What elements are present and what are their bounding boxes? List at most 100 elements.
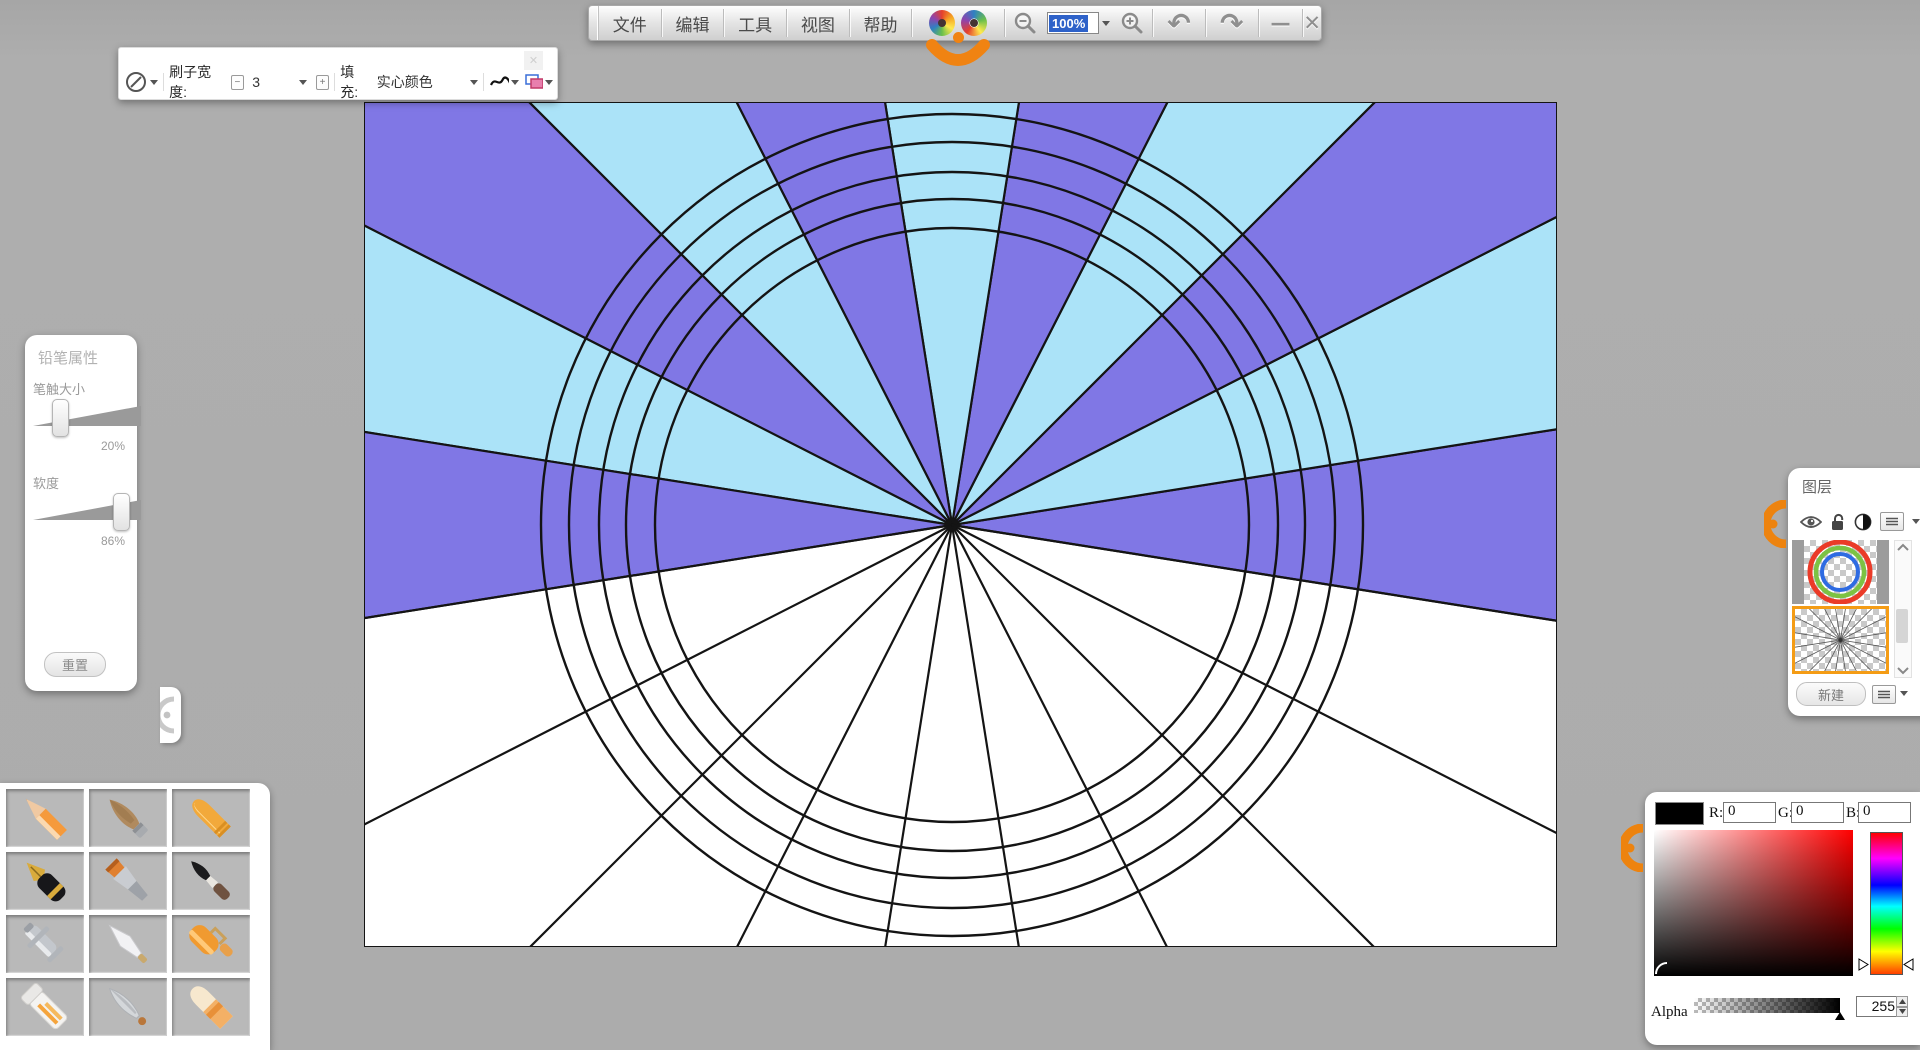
slider-track[interactable]: [33, 397, 141, 437]
opacity-contrast-icon[interactable]: [1854, 513, 1872, 531]
triangle-down-icon: [1899, 1009, 1906, 1014]
tool-airbrush[interactable]: [6, 915, 84, 973]
tool-palette-knife[interactable]: [89, 915, 167, 973]
tool-paint-roller[interactable]: [172, 915, 250, 973]
app-window: 文件 编辑 工具 视图 帮助 100%: [0, 0, 1920, 1050]
scroll-down-icon[interactable]: [1896, 665, 1910, 675]
tool-flat-brush[interactable]: [89, 852, 167, 910]
current-color-swatch[interactable]: [1655, 802, 1704, 825]
divider: [334, 73, 335, 91]
chevron-down-icon[interactable]: [1900, 691, 1908, 696]
menu-view[interactable]: 视图: [787, 6, 849, 40]
width-decrease-button[interactable]: −: [231, 75, 245, 90]
visibility-eye-icon[interactable]: [1800, 514, 1822, 530]
stroke-style-icon[interactable]: [489, 74, 510, 90]
saturation-value-picker[interactable]: [1654, 830, 1853, 976]
minimize-button[interactable]: —: [1259, 6, 1303, 40]
tool-eraser[interactable]: [172, 978, 250, 1036]
curl-icon: [1764, 500, 1792, 548]
tool-paint-tube[interactable]: [6, 978, 84, 1036]
color-panel-handle[interactable]: [1621, 824, 1649, 877]
chevron-down-icon[interactable]: [470, 80, 478, 85]
layer-item-1[interactable]: [1792, 540, 1889, 604]
chevron-down-icon[interactable]: [1102, 21, 1110, 26]
triangle-up-icon: [1899, 999, 1906, 1004]
close-button[interactable]: ✕: [1303, 6, 1321, 40]
tool-carving-knife[interactable]: [89, 978, 167, 1036]
alpha-value-input[interactable]: 255: [1856, 996, 1899, 1017]
menu-file[interactable]: 文件: [599, 6, 661, 40]
spinner-up-button[interactable]: [1896, 996, 1908, 1007]
layers-options-button[interactable]: [1872, 685, 1896, 704]
ink-brush-icon: [173, 853, 250, 910]
scrollbar-thumb[interactable]: [1896, 609, 1908, 643]
tool-charcoal-pencil[interactable]: [89, 789, 167, 847]
zoom-in-icon: [1120, 11, 1144, 35]
clown-mascot-logo: [912, 6, 1004, 40]
hue-marker-right-icon[interactable]: [1903, 958, 1914, 971]
layers-panel-handle[interactable]: [1764, 500, 1792, 553]
hue-slider[interactable]: [1870, 832, 1903, 975]
zoom-level-field[interactable]: 100%: [1047, 12, 1099, 34]
pencil-icon: [7, 790, 84, 847]
chevron-down-icon[interactable]: [545, 80, 553, 85]
menu-tools[interactable]: 工具: [724, 6, 786, 40]
airbrush-icon: [7, 916, 84, 973]
layers-title: 图层: [1802, 476, 1832, 497]
zoom-out-button[interactable]: [1005, 6, 1045, 40]
chevron-down-icon[interactable]: [150, 80, 158, 85]
chevron-down-icon[interactable]: [511, 80, 519, 85]
new-layer-button[interactable]: 新建: [1796, 682, 1866, 706]
softness-slider[interactable]: [33, 491, 141, 531]
chevron-down-icon[interactable]: [299, 80, 307, 85]
hue-marker-left-icon[interactable]: [1858, 958, 1869, 971]
brush-size-slider[interactable]: [33, 397, 141, 437]
tool-pencil[interactable]: [6, 789, 84, 847]
fill-mode-value[interactable]: 实心颜色: [369, 72, 470, 92]
brush-width-value[interactable]: 3: [244, 74, 298, 90]
r-input[interactable]: 0: [1723, 802, 1776, 823]
zoom-level-combobox[interactable]: 100%: [1045, 6, 1113, 40]
toolbar-grip[interactable]: [589, 6, 599, 40]
softness-slider-thumb[interactable]: [113, 493, 130, 531]
color-picker-panel: R: 0 G: 0 B: 0 Alpha 255: [1645, 792, 1920, 1045]
panel-handle[interactable]: [160, 687, 181, 743]
brush-size-slider-thumb[interactable]: [52, 399, 69, 437]
layers-scrollbar[interactable]: [1894, 540, 1912, 678]
tool-crayon[interactable]: [172, 789, 250, 847]
b-input[interactable]: 0: [1858, 802, 1911, 823]
pen-shape-icon[interactable]: [124, 70, 147, 94]
layer-menu-button[interactable]: [1880, 512, 1904, 531]
chevron-down-icon[interactable]: [1912, 519, 1920, 524]
brush-size-value: 20%: [25, 439, 125, 453]
scroll-up-icon[interactable]: [1896, 543, 1910, 553]
fill-style-icon[interactable]: [525, 74, 543, 90]
spinner-down-button[interactable]: [1896, 1007, 1908, 1018]
menu-help[interactable]: 帮助: [850, 6, 912, 40]
list-icon: [1885, 517, 1899, 526]
width-increase-button[interactable]: +: [316, 75, 330, 90]
tool-fountain-pen[interactable]: [6, 852, 84, 910]
brush-toolbar-close-button[interactable]: ✕: [524, 51, 543, 70]
brush-size-label: 笔触大小: [33, 379, 85, 398]
menu-edit[interactable]: 编辑: [662, 6, 724, 40]
tool-ink-brush[interactable]: [172, 852, 250, 910]
alpha-slider[interactable]: [1694, 998, 1840, 1013]
undo-button[interactable]: ↶: [1153, 6, 1205, 40]
layer-1-rings-preview: [1792, 540, 1889, 604]
reset-button[interactable]: 重置: [44, 652, 106, 677]
clown-left-eye-icon: [929, 10, 955, 36]
zoom-out-icon: [1013, 11, 1037, 35]
crayon-icon: [173, 790, 250, 847]
alpha-marker-icon[interactable]: [1834, 1012, 1846, 1021]
zoom-in-button[interactable]: [1112, 6, 1152, 40]
drawing-canvas[interactable]: [364, 102, 1557, 947]
unlock-icon[interactable]: [1830, 513, 1846, 531]
layer-item-2-selected[interactable]: [1792, 606, 1889, 674]
alpha-spinner[interactable]: [1896, 996, 1908, 1017]
flat-brush-icon: [90, 853, 167, 910]
zoom-level-value: 100%: [1049, 15, 1088, 32]
redo-button[interactable]: ↷: [1206, 6, 1258, 40]
g-input[interactable]: 0: [1791, 802, 1844, 823]
divider: [483, 73, 484, 91]
